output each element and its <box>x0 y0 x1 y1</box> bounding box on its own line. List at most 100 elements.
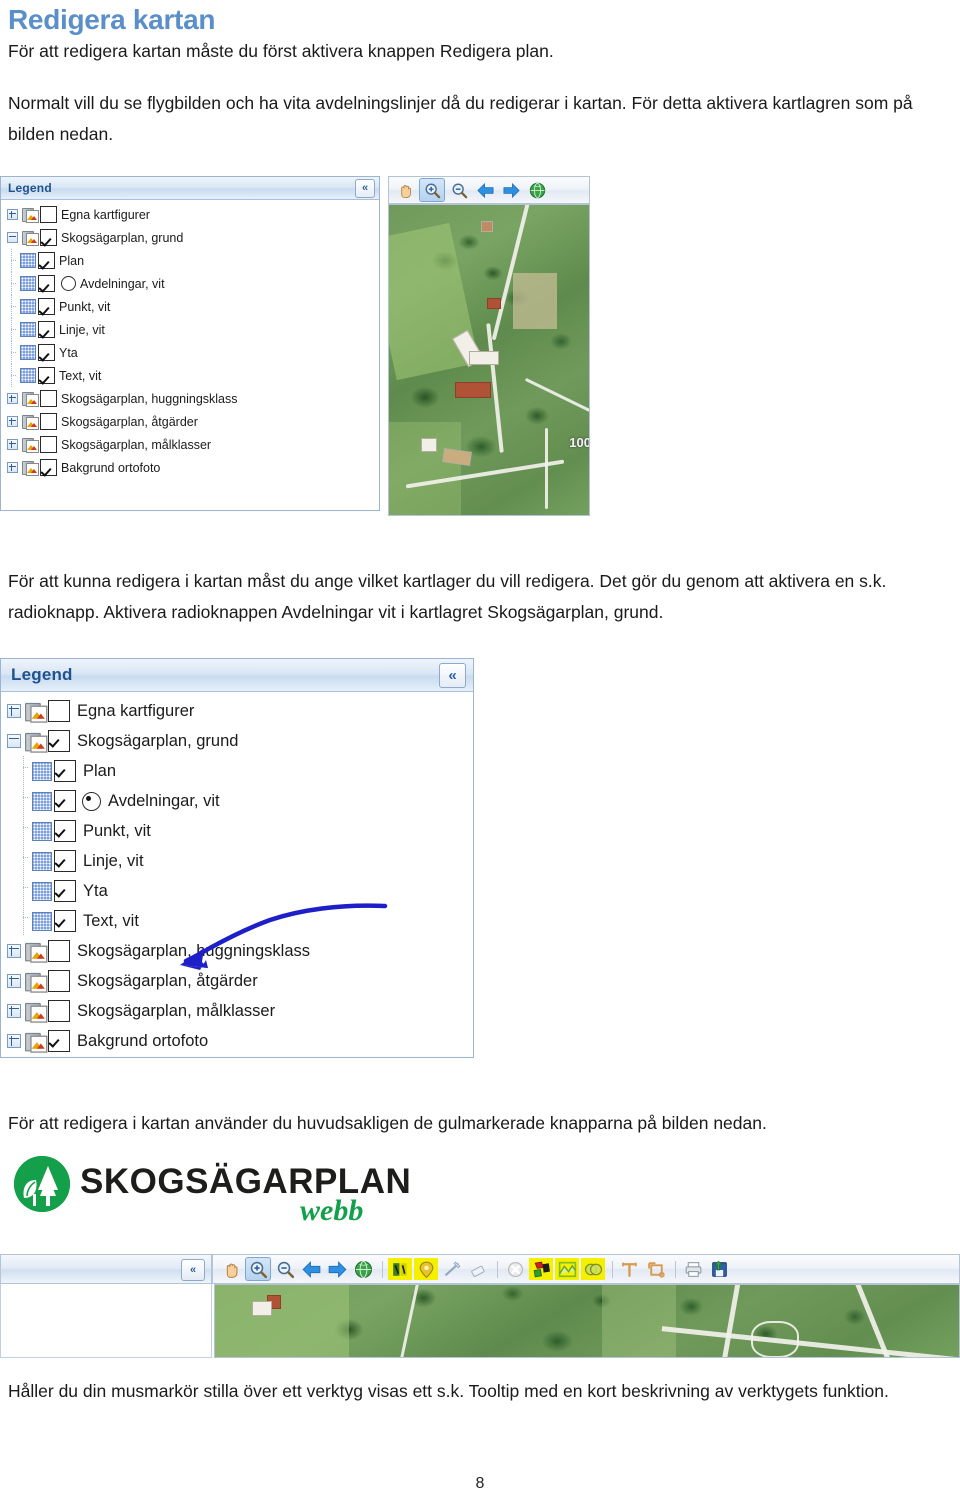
print-icon[interactable] <box>681 1258 705 1280</box>
draw-line-icon[interactable] <box>440 1258 464 1280</box>
expand-plus-icon[interactable] <box>7 1004 21 1018</box>
legend-row[interactable]: Avdelningar, vit <box>1 272 379 295</box>
chevron-double-left-icon[interactable]: « <box>181 1259 205 1281</box>
legend-row[interactable]: Bakgrund ortofoto <box>1 1026 473 1056</box>
split-area-icon[interactable] <box>555 1258 579 1280</box>
edit-polygon-icon[interactable] <box>529 1258 553 1280</box>
legend-row[interactable]: Egna kartfigurer <box>1 203 379 226</box>
legend-row[interactable]: Skogsägarplan, åtgärder <box>1 410 379 433</box>
aerial-map-1[interactable]: 100 <box>388 204 590 516</box>
checkbox-checked[interactable] <box>38 367 55 384</box>
layer-group-icon <box>25 1031 48 1053</box>
checkbox-checked[interactable] <box>38 321 55 338</box>
checkbox-checked[interactable] <box>38 298 55 315</box>
measure-area-icon[interactable] <box>644 1258 668 1280</box>
eraser-icon[interactable] <box>466 1258 490 1280</box>
expand-plus-icon[interactable] <box>7 393 18 404</box>
globe-full-extent-icon[interactable] <box>351 1258 375 1280</box>
checkbox-checked[interactable] <box>38 252 55 269</box>
checkbox-checked[interactable] <box>54 910 76 932</box>
legend-row[interactable]: Text, vit <box>1 906 473 936</box>
forward-arrow-icon[interactable] <box>325 1258 349 1280</box>
zoom-in-icon[interactable] <box>419 178 445 202</box>
checkbox-unchecked[interactable] <box>40 206 57 223</box>
checkbox-checked[interactable] <box>48 1030 70 1052</box>
chevron-double-left-icon[interactable]: « <box>355 179 375 198</box>
map-toolbar-3[interactable] <box>212 1254 960 1284</box>
aerial-map-3[interactable] <box>214 1284 960 1358</box>
legend-row[interactable]: Skogsägarplan, huggningsklass <box>1 936 473 966</box>
legend-row-label: Avdelningar, vit <box>108 791 220 810</box>
legend-row[interactable]: Skogsägarplan, målklasser <box>1 996 473 1026</box>
checkbox-checked[interactable] <box>38 275 55 292</box>
legend-row[interactable]: Skogsägarplan, grund <box>1 726 473 756</box>
layer-symbol-swatch <box>32 821 52 841</box>
zoom-out-icon[interactable] <box>273 1258 297 1280</box>
expand-plus-icon[interactable] <box>7 704 21 718</box>
legend-row[interactable]: Plan <box>1 756 473 786</box>
legend-row[interactable]: Egna kartfigurer <box>1 696 473 726</box>
zoom-in-icon[interactable] <box>245 1257 271 1281</box>
legend-row[interactable]: Punkt, vit <box>1 295 379 318</box>
checkbox-checked[interactable] <box>40 229 57 246</box>
expand-plus-icon[interactable] <box>7 974 21 988</box>
legend-row[interactable]: Yta <box>1 341 379 364</box>
checkbox-checked[interactable] <box>54 760 76 782</box>
legend-row[interactable]: Skogsägarplan, åtgärder <box>1 966 473 996</box>
map-toolbar-1[interactable] <box>388 176 590 204</box>
expand-plus-icon[interactable] <box>7 462 18 473</box>
checkbox-checked[interactable] <box>40 459 57 476</box>
chevron-double-left-icon[interactable]: « <box>439 663 466 688</box>
back-arrow-icon[interactable] <box>473 179 497 201</box>
checkbox-unchecked[interactable] <box>40 436 57 453</box>
legend-row[interactable]: Skogsägarplan, huggningsklass <box>1 387 379 410</box>
collapse-minus-icon[interactable] <box>7 232 18 243</box>
legend-row[interactable]: Bakgrund ortofoto <box>1 456 379 479</box>
map-scale-label: 100 <box>569 434 590 450</box>
zoom-out-icon[interactable] <box>447 179 471 201</box>
legend-row[interactable]: Linje, vit <box>1 846 473 876</box>
checkbox-checked[interactable] <box>38 344 55 361</box>
legend-row[interactable]: Yta <box>1 876 473 906</box>
expand-plus-icon[interactable] <box>7 944 21 958</box>
pan-hand-icon[interactable] <box>393 179 417 201</box>
checkbox-unchecked[interactable] <box>48 700 70 722</box>
checkbox-checked[interactable] <box>54 880 76 902</box>
info-identify-icon[interactable] <box>414 1258 438 1280</box>
forward-arrow-icon[interactable] <box>499 179 523 201</box>
checkbox-checked[interactable] <box>48 730 70 752</box>
checkbox-unchecked[interactable] <box>48 940 70 962</box>
select-feature-icon[interactable] <box>388 1258 412 1280</box>
legend-row[interactable]: Text, vit <box>1 364 379 387</box>
back-arrow-icon[interactable] <box>299 1258 323 1280</box>
legend-row[interactable]: Linje, vit <box>1 318 379 341</box>
radio-button-unselected[interactable] <box>61 276 76 291</box>
radio-button-selected[interactable] <box>82 791 101 811</box>
tree-guide-line <box>7 364 16 387</box>
clear-selection-icon[interactable] <box>503 1258 527 1280</box>
save-icon[interactable] <box>707 1258 731 1280</box>
checkbox-unchecked[interactable] <box>40 413 57 430</box>
merge-area-icon[interactable] <box>581 1258 605 1280</box>
legend-row[interactable]: Avdelningar, vit <box>1 786 473 816</box>
globe-full-extent-icon[interactable] <box>525 179 549 201</box>
pan-hand-icon[interactable] <box>219 1258 243 1280</box>
measure-distance-icon[interactable] <box>618 1258 642 1280</box>
collapse-minus-icon[interactable] <box>7 734 21 748</box>
legend-title: Legend <box>11 665 73 684</box>
expand-plus-icon[interactable] <box>7 439 18 450</box>
checkbox-checked[interactable] <box>54 820 76 842</box>
checkbox-checked[interactable] <box>54 790 76 812</box>
legend-row[interactable]: Skogsägarplan, grund <box>1 226 379 249</box>
expand-plus-icon[interactable] <box>7 1034 21 1048</box>
layer-group-icon <box>25 701 48 723</box>
legend-row[interactable]: Punkt, vit <box>1 816 473 846</box>
legend-row[interactable]: Plan <box>1 249 379 272</box>
legend-row[interactable]: Skogsägarplan, målklasser <box>1 433 379 456</box>
checkbox-checked[interactable] <box>54 850 76 872</box>
expand-plus-icon[interactable] <box>7 209 18 220</box>
expand-plus-icon[interactable] <box>7 416 18 427</box>
checkbox-unchecked[interactable] <box>40 390 57 407</box>
checkbox-unchecked[interactable] <box>48 970 70 992</box>
checkbox-unchecked[interactable] <box>48 1000 70 1022</box>
